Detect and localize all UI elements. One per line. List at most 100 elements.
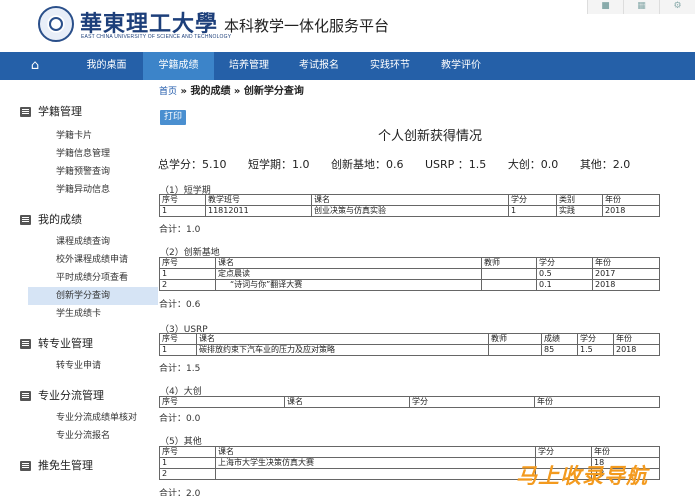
gear-icon[interactable]: ⚙	[659, 0, 695, 14]
table-cell: 1	[159, 268, 216, 280]
sidebar-group-diversion: 专业分流管理 专业分流成绩单核对 专业分流报名	[0, 385, 158, 445]
sidebar: 学籍管理 学籍卡片 学籍信息管理 学籍预警查询 学籍异动信息 我的成绩 课程成绩…	[0, 80, 158, 496]
list-icon	[20, 107, 31, 117]
table-header: 年份	[602, 194, 660, 206]
nav-item-grades[interactable]: 学籍成绩	[143, 52, 214, 80]
app-header: 華東理工大學 EAST CHINA UNIVERSITY OF SCIENCE …	[0, 0, 695, 50]
grid-icon[interactable]: ▦	[623, 0, 659, 14]
home-icon[interactable]: ⌂	[0, 52, 70, 80]
table-row: 1 11812011 创业决策与仿真实验 1 实践 2018	[159, 205, 660, 217]
breadcrumb: 首页 » 我的成绩 » 创新学分查询	[159, 86, 304, 97]
table-header: 年份	[591, 446, 660, 458]
breadcrumb-current: 创新学分查询	[243, 86, 304, 97]
breadcrumb-home[interactable]: 首页	[159, 87, 177, 97]
table-cell: 碳排放约束下汽车业的压力及应对策略	[196, 344, 489, 356]
sidebar-group-title[interactable]: 专业分流管理	[20, 385, 158, 407]
sidebar-item[interactable]: 学籍卡片	[56, 127, 158, 145]
table-header-row: 序号 课名 教师 成绩 学分 年份	[159, 333, 660, 345]
sidebar-item[interactable]: 学籍信息管理	[56, 145, 158, 163]
table-cell: “诗词与你”翻译大赛	[215, 279, 482, 291]
table-short-term: 序号 教学班号 课名 学分 类别 年份 1 11812011 创业决策与仿真实验…	[159, 194, 660, 217]
table-base: 序号 课名 教师 学分 年份 1 定点晨读 0.5 2017 2 “诗词与你”翻…	[159, 257, 660, 291]
summary-dachuang: 大创：0.0	[507, 158, 559, 171]
sidebar-group-title[interactable]: 转专业管理	[20, 333, 158, 355]
sidebar-group-grades: 我的成绩 课程成绩查询 校外课程成绩申请 平时成绩分项查看 创新学分查询 学生成…	[0, 209, 158, 323]
sidebar-group-recommend: 推免生管理	[0, 455, 158, 477]
table-cell: 1	[159, 344, 197, 356]
sidebar-group-title[interactable]: 学籍管理	[20, 101, 158, 123]
sidebar-item[interactable]: 专业分流报名	[56, 427, 158, 445]
table-dachuang: 序号 课名 学分 年份	[159, 396, 660, 408]
nav-item-exam[interactable]: 考试报名	[284, 52, 354, 80]
nav-item-practice[interactable]: 实践环节	[354, 52, 426, 80]
table-header: 课名	[196, 333, 489, 345]
list-icon	[20, 391, 31, 401]
table-header: 学分	[577, 333, 614, 345]
main-content: 首页 » 我的成绩 » 创新学分查询 打印 个人创新获得情况 总学分：5.10 …	[158, 80, 695, 496]
table-row: 2 “诗词与你”翻译大赛 0.1 2018	[159, 279, 660, 291]
table-cell: 2018	[613, 344, 660, 356]
sidebar-item[interactable]: 专业分流成绩单核对	[56, 409, 158, 427]
table-header: 年份	[534, 396, 660, 408]
sidebar-group-title[interactable]: 推免生管理	[20, 455, 158, 477]
university-logo-en: EAST CHINA UNIVERSITY OF SCIENCE AND TEC…	[81, 34, 232, 40]
sidebar-item[interactable]: 学生成绩卡	[56, 305, 158, 323]
table-cell: 2018	[602, 205, 660, 217]
section-total: 合计：1.0	[159, 225, 201, 235]
table-cell: 2018	[592, 279, 660, 291]
nav-item-desktop[interactable]: 我的桌面	[70, 52, 143, 80]
table-cell: 定点晨读	[215, 268, 482, 280]
main-nav: ⌂ 我的桌面 学籍成绩 培养管理 考试报名 实践环节 教学评价	[0, 52, 695, 80]
table-cell	[488, 344, 542, 356]
section-total: 合计：1.5	[159, 364, 201, 374]
table-header: 成绩	[541, 333, 578, 345]
table-cell	[481, 279, 537, 291]
table-row: 1 定点晨读 0.5 2017	[159, 268, 660, 280]
table-header: 类别	[556, 194, 603, 206]
sidebar-group-title[interactable]: 我的成绩	[20, 209, 158, 231]
sidebar-item-selected[interactable]: 创新学分查询	[28, 287, 158, 305]
sidebar-item[interactable]: 转专业申请	[56, 357, 158, 375]
list-icon	[20, 215, 31, 225]
top-toolbar: ■ ▦ ⚙	[587, 0, 695, 14]
nav-item-training[interactable]: 培养管理	[214, 52, 284, 80]
table-cell: 实践	[556, 205, 603, 217]
table-header: 年份	[592, 257, 660, 269]
table-header: 教师	[481, 257, 537, 269]
table-cell: 1.5	[577, 344, 614, 356]
sidebar-item[interactable]: 平时成绩分项查看	[56, 269, 158, 287]
table-header: 年份	[613, 333, 660, 345]
user-icon[interactable]: ■	[587, 0, 623, 14]
table-cell: 1	[159, 205, 206, 217]
table-cell: 1	[159, 457, 216, 469]
table-header: 教学班号	[205, 194, 312, 206]
print-button[interactable]: 打印	[160, 110, 186, 125]
table-cell	[481, 268, 537, 280]
section-total: 合计：0.6	[159, 300, 201, 310]
table-header: 学分	[535, 446, 592, 458]
breadcrumb-level1[interactable]: 我的成绩	[190, 86, 230, 97]
sidebar-item[interactable]: 校外课程成绩申请	[56, 251, 158, 269]
table-header: 序号	[159, 194, 206, 206]
table-usrp: 序号 课名 教师 成绩 学分 年份 1 碳排放约束下汽车业的压力及应对策略 85…	[159, 333, 660, 356]
table-header: 教师	[488, 333, 542, 345]
table-header: 序号	[159, 446, 216, 458]
sidebar-group-transfer: 转专业管理 转专业申请	[0, 333, 158, 375]
sidebar-item[interactable]: 学籍异动信息	[56, 181, 158, 199]
report-title: 个人创新获得情况	[378, 129, 483, 144]
table-cell: 2	[159, 279, 216, 291]
table-header: 课名	[311, 194, 509, 206]
sidebar-item[interactable]: 学籍预警查询	[56, 163, 158, 181]
table-header-row: 序号 课名 学分 年份	[159, 446, 660, 458]
list-icon	[20, 461, 31, 471]
section-total: 合计：2.0	[159, 489, 201, 496]
credit-summary: 总学分：5.10 短学期：1.0 创新基地：0.6 USRP ：1.5 大创：0…	[158, 156, 695, 172]
university-seal-icon	[38, 6, 74, 42]
table-cell: 2017	[592, 268, 660, 280]
table-cell: 创业决策与仿真实验	[311, 205, 509, 217]
section-total: 合计：0.0	[159, 414, 201, 424]
sidebar-item[interactable]: 课程成绩查询	[56, 233, 158, 251]
table-header: 序号	[159, 333, 197, 345]
list-icon	[20, 339, 31, 349]
nav-item-evaluation[interactable]: 教学评价	[426, 52, 496, 80]
